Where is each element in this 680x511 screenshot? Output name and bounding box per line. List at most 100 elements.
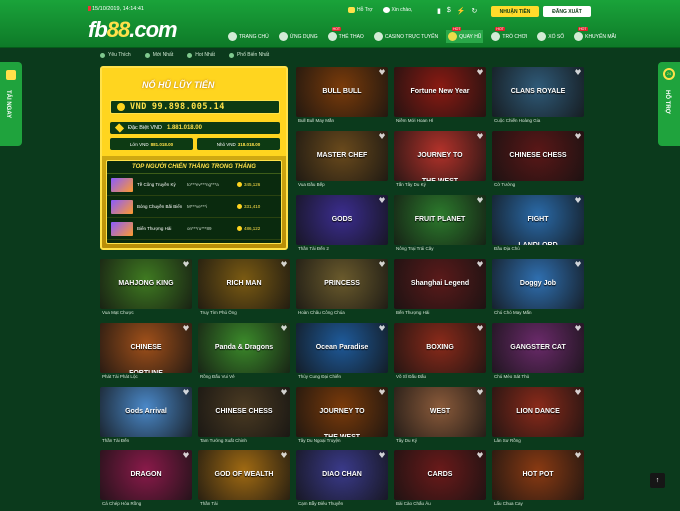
game-thumbnail[interactable]: Doggy Job — [492, 259, 584, 309]
game-thumbnail[interactable]: Shanghai Legend — [394, 259, 486, 309]
heart-icon[interactable] — [281, 389, 287, 395]
refresh-icon[interactable]: ↻ — [471, 7, 477, 15]
heart-icon[interactable] — [379, 133, 385, 139]
game-tile[interactable]: LION DANCE Lân Sư Rồng — [492, 387, 584, 447]
filter-item[interactable]: Phổ Biến Nhất — [228, 52, 269, 58]
nav-item[interactable]: CASINO TRỰC TUYẾN — [372, 30, 440, 43]
filter-item[interactable]: Hot Nhất — [187, 52, 215, 58]
game-thumbnail[interactable]: MAHJONG KING — [100, 259, 192, 309]
nav-item[interactable]: ỨNG DỤNG — [277, 30, 320, 43]
heart-icon[interactable] — [477, 325, 483, 331]
heart-icon[interactable] — [575, 261, 581, 267]
game-thumbnail[interactable]: PRINCESS — [296, 259, 388, 309]
logout-button[interactable]: ĐĂNG XUẤT — [543, 6, 591, 17]
game-thumbnail[interactable]: FIGHT LANDLORD — [492, 195, 584, 245]
heart-icon[interactable] — [183, 389, 189, 395]
heart-icon[interactable] — [183, 261, 189, 267]
heart-icon[interactable] — [183, 325, 189, 331]
heart-icon[interactable] — [575, 133, 581, 139]
game-tile[interactable]: JOURNEY TO THE WESTTấn Tây Du Ký — [394, 131, 486, 191]
game-tile[interactable]: FIGHT LANDLORDĐầu Địa Chủ — [492, 195, 584, 255]
heart-icon[interactable] — [477, 133, 483, 139]
heart-icon[interactable] — [575, 452, 581, 458]
support-link[interactable]: Hỗ Trợ — [348, 7, 373, 13]
game-tile[interactable]: CHINESE CHESS Tam Tướng Xuất Chinh — [198, 387, 290, 447]
game-tile[interactable]: PRINCESS Hoàn Châu Công Chúa — [296, 259, 388, 319]
lightning-icon[interactable]: ⚡ — [457, 7, 466, 15]
heart-icon[interactable] — [281, 452, 287, 458]
game-tile[interactable]: Panda & Dragons Rồng Đấu Vui Vẻ — [198, 323, 290, 383]
heart-icon[interactable] — [379, 261, 385, 267]
game-thumbnail[interactable]: GOD OF WEALTH — [198, 450, 290, 500]
heart-icon[interactable] — [379, 325, 385, 331]
game-tile[interactable]: Ocean Paradise Thủy Cung Đại Chiến — [296, 323, 388, 383]
game-tile[interactable]: BULL BULL Bull Bull May Mắn — [296, 67, 388, 127]
game-thumbnail[interactable]: CHINESE FORTUNE — [100, 323, 192, 373]
game-tile[interactable]: CARDS Bài Cào Chấu Âu — [394, 450, 486, 510]
game-tile[interactable]: Gods Arrival Thần Tài Đến — [100, 387, 192, 447]
game-tile[interactable]: MASTER CHEF Vua Đầu Bếp — [296, 131, 388, 191]
game-thumbnail[interactable]: Ocean Paradise — [296, 323, 388, 373]
game-thumbnail[interactable]: MASTER CHEF — [296, 131, 388, 181]
nav-item[interactable]: QUAY HŨ HOT — [446, 27, 484, 43]
game-thumbnail[interactable]: GODS — [296, 195, 388, 245]
download-tab[interactable]: TẢI NGAY — [0, 62, 22, 146]
heart-icon[interactable] — [477, 389, 483, 395]
heart-icon[interactable] — [477, 261, 483, 267]
game-tile[interactable]: FRUIT PLANET Nông Trại Trái Cây — [394, 195, 486, 255]
heart-icon[interactable] — [575, 325, 581, 331]
heart-icon[interactable] — [379, 197, 385, 203]
deposit-button[interactable]: NHUẬN TIỀN — [491, 6, 539, 17]
nav-item[interactable]: TRÒ CHƠI HOT — [489, 27, 529, 43]
game-thumbnail[interactable]: Fortune New Year — [394, 67, 486, 117]
game-tile[interactable]: HOT POT Lẩu Chua Cay — [492, 450, 584, 510]
game-thumbnail[interactable]: CARDS — [394, 450, 486, 500]
game-tile[interactable]: DIAO CHAN Cạm Bẫy Điêu Thuyền — [296, 450, 388, 510]
game-thumbnail[interactable]: JOURNEY TO THE WEST — [394, 131, 486, 181]
game-thumbnail[interactable]: GANGSTER CAT — [492, 323, 584, 373]
nav-item[interactable]: TRANG CHỦ — [226, 30, 271, 43]
heart-icon[interactable] — [575, 69, 581, 75]
game-tile[interactable]: Doggy Job Chú Chó May Mắn — [492, 259, 584, 319]
game-tile[interactable]: GODS Thần Tài Đến 2 — [296, 195, 388, 255]
game-thumbnail[interactable]: Panda & Dragons — [198, 323, 290, 373]
heart-icon[interactable] — [379, 389, 385, 395]
game-tile[interactable]: CHINESE FORTUNEPhát Tài Phát Lộc — [100, 323, 192, 383]
heart-icon[interactable] — [575, 389, 581, 395]
heart-icon[interactable] — [379, 69, 385, 75]
game-tile[interactable]: RICH MAN Truy Tìm Phú Ông — [198, 259, 290, 319]
game-tile[interactable]: CLANS ROYALE Cuộc Chiến Hoàng Gia — [492, 67, 584, 127]
game-tile[interactable]: MAHJONG KING Vua Mạt Chược — [100, 259, 192, 319]
game-tile[interactable]: WEST Tây Du Ký — [394, 387, 486, 447]
money-icon[interactable]: $ — [447, 7, 451, 15]
game-thumbnail[interactable]: BOXING — [394, 323, 486, 373]
game-thumbnail[interactable]: DRAGON — [100, 450, 192, 500]
support-tab[interactable]: 24 HỖ TRỢ — [658, 62, 680, 146]
game-thumbnail[interactable]: HOT POT — [492, 450, 584, 500]
game-thumbnail[interactable]: CHINESE CHESS — [492, 131, 584, 181]
heart-icon[interactable] — [477, 452, 483, 458]
game-tile[interactable]: BOXING Võ Sĩ Đấu Đấu — [394, 323, 486, 383]
nav-item[interactable]: XỔ SỐ — [535, 30, 566, 43]
heart-icon[interactable] — [575, 197, 581, 203]
game-tile[interactable]: CHINESE CHESS Cờ Tướng — [492, 131, 584, 191]
game-thumbnail[interactable]: DIAO CHAN — [296, 450, 388, 500]
game-thumbnail[interactable]: WEST — [394, 387, 486, 437]
game-thumbnail[interactable]: RICH MAN — [198, 259, 290, 309]
heart-icon[interactable] — [477, 197, 483, 203]
nav-item[interactable]: KHUYẾN MÃI HOT — [572, 27, 618, 43]
nav-item[interactable]: THỂ THAO HOT — [326, 27, 366, 43]
game-tile[interactable]: Fortune New Year Niềm Mới Hoan Hỉ — [394, 67, 486, 127]
game-thumbnail[interactable]: BULL BULL — [296, 67, 388, 117]
scroll-top-button[interactable]: ↑ — [650, 473, 665, 488]
heart-icon[interactable] — [281, 261, 287, 267]
heart-icon[interactable] — [183, 452, 189, 458]
game-thumbnail[interactable]: FRUIT PLANET — [394, 195, 486, 245]
filter-item[interactable]: Mới Nhất — [144, 52, 173, 58]
heart-icon[interactable] — [379, 452, 385, 458]
game-thumbnail[interactable]: LION DANCE — [492, 387, 584, 437]
game-tile[interactable]: DRAGON Cá Chép Hóa Rồng — [100, 450, 192, 510]
wallet-icon[interactable]: ▮ — [437, 7, 441, 15]
game-thumbnail[interactable]: CHINESE CHESS — [198, 387, 290, 437]
heart-icon[interactable] — [477, 69, 483, 75]
